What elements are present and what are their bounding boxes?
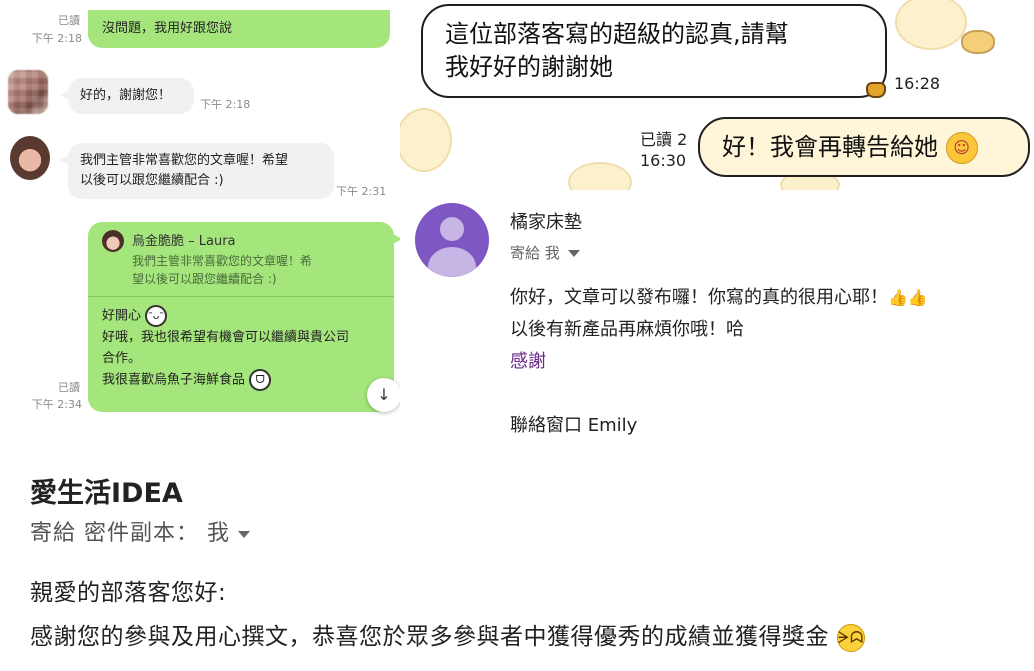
message-text-line: 我們主管非常喜歡您的文章喔！希望 — [80, 153, 289, 168]
scroll-down-button[interactable]: ↓ — [367, 378, 400, 412]
email-panel-2: 愛生活IDEA 寄給 密件副本： 我 親愛的部落客您好: 感謝您的參與及用心撰文… — [0, 445, 1034, 671]
email-greeting: 親愛的部落客您好: — [30, 580, 227, 606]
reply-text-line: 好哦，我也很希望有機會可以繼續與貴公司 — [102, 330, 350, 345]
grinning-squint-face-icon: ᗒᗣ — [836, 623, 865, 652]
reply-message[interactable]: 烏金脆脆 – Laura 我們主管非常喜歡您的文章喔！希 望以後可以跟您繼續配合… — [88, 222, 400, 412]
message-time: 下午 2:18 — [200, 98, 251, 111]
email-text: 感謝您的參與及用心撰文，恭喜您於眾多參與者中獲得優秀的成績並獲得獎金 — [30, 624, 829, 650]
honey-pot-icon — [961, 30, 995, 54]
quoted-sender-name: 烏金脆脆 – Laura — [132, 233, 236, 249]
bear-sticker-icon — [895, 0, 967, 50]
read-receipt: 已讀 — [58, 381, 80, 394]
sticker-chat-panel: 這位部落客寫的超級的認真,請幫 我好好的謝謝她 16:28 已讀 2 16:30… — [400, 0, 1034, 190]
received-message[interactable]: 我們主管非常喜歡您的文章喔！希望 以後可以跟您繼續配合 :) — [60, 143, 334, 199]
chevron-down-icon — [567, 250, 580, 257]
quoted-message[interactable]: 烏金脆脆 – Laura 我們主管非常喜歡您的文章喔！希 望以後可以跟您繼續配合… — [88, 222, 394, 297]
grin-emoji-icon: ᗜ — [249, 369, 272, 391]
sent-message[interactable]: 沒問題，我用好跟您說 — [88, 10, 390, 48]
happy-emoji-icon: ᵔᴗᵔ — [145, 305, 168, 327]
contact-avatar[interactable] — [8, 70, 48, 114]
quoted-avatar — [102, 230, 124, 252]
read-receipt: 已讀 2 — [640, 130, 688, 149]
read-receipt: 已讀 — [58, 14, 80, 27]
message-time: 16:28 — [894, 74, 941, 93]
honey-pot-icon — [866, 82, 886, 98]
message-text-line: 這位部落客寫的超級的認真,請幫 — [445, 20, 789, 48]
email-sender-name: 愛生活IDEA — [30, 478, 183, 509]
message-text-line: 以後可以跟您繼續配合 :) — [80, 173, 224, 188]
chevron-down-icon — [238, 530, 250, 538]
blushing-face-icon: ☺ — [945, 132, 978, 164]
received-message[interactable]: 好的，謝謝您！ — [60, 78, 194, 114]
message-text: 沒問題，我用好跟您說 — [102, 21, 233, 36]
incoming-message[interactable]: 這位部落客寫的超級的認真,請幫 我好好的謝謝她 — [421, 4, 887, 98]
recipient-details-toggle[interactable]: 寄給 密件副本： 我 — [30, 515, 250, 547]
message-time: 下午 2:34 — [31, 398, 82, 411]
bear-sticker-icon — [400, 108, 452, 172]
reply-text-line: 合作。 — [102, 351, 142, 366]
quoted-text-line: 望以後可以跟您繼續配合 :) — [132, 272, 277, 286]
message-time: 下午 2:18 — [31, 32, 82, 45]
thumbs-up-icon: 👍👍 — [888, 288, 928, 307]
quoted-text-line: 我們主管非常喜歡您的文章喔！希 — [132, 254, 313, 268]
reply-text-line: 好開心 — [102, 308, 142, 324]
email-body-line: 你好，文章可以發布囉！你寫的真的很用心耶！👍👍 — [510, 282, 928, 313]
email-panel-1: 橘家床墊 寄給 我 你好，文章可以發布囉！你寫的真的很用心耶！👍👍 以後有新產品… — [400, 190, 1034, 445]
email-signature: 聯絡窗口 Emily — [510, 415, 638, 436]
email-body-line: 以後有新產品再麻煩你哦！哈 — [510, 319, 744, 340]
recipient-details-toggle[interactable]: 寄給 我 — [510, 242, 580, 263]
message-text: 好！我會再轉告給她 — [722, 133, 938, 161]
contact-avatar[interactable] — [10, 136, 50, 180]
bear-sticker-icon — [568, 162, 632, 190]
reply-text-line: 我很喜歡烏魚子海鮮食品 — [102, 372, 246, 388]
email-body-line: 感謝您的參與及用心撰文，恭喜您於眾多參與者中獲得優秀的成績並獲得獎金 ᗒᗣ — [30, 617, 865, 652]
email-sender-name: 橘家床墊 — [510, 212, 582, 233]
message-time: 16:30 — [640, 151, 687, 170]
recipient-label: 寄給 我 — [510, 244, 560, 262]
recipient-label: 寄給 密件副本： 我 — [30, 521, 230, 546]
outgoing-message[interactable]: 好！我會再轉告給她 ☺ — [698, 117, 1030, 177]
message-text: 好的，謝謝您！ — [80, 88, 172, 103]
email-text: 你好，文章可以發布囉！你寫的真的很用心耶！ — [510, 287, 888, 308]
arrow-down-icon: ↓ — [377, 385, 391, 404]
line-chat-panel: 已讀 下午 2:18 沒問題，我用好跟您說 好的，謝謝您！ 下午 2:18 我們… — [0, 0, 400, 440]
email-body-link[interactable]: 感謝 — [510, 346, 546, 377]
sender-avatar-icon[interactable] — [415, 203, 489, 277]
message-time: 下午 2:31 — [336, 185, 387, 198]
message-text-line: 我好好的謝謝她 — [445, 53, 613, 81]
